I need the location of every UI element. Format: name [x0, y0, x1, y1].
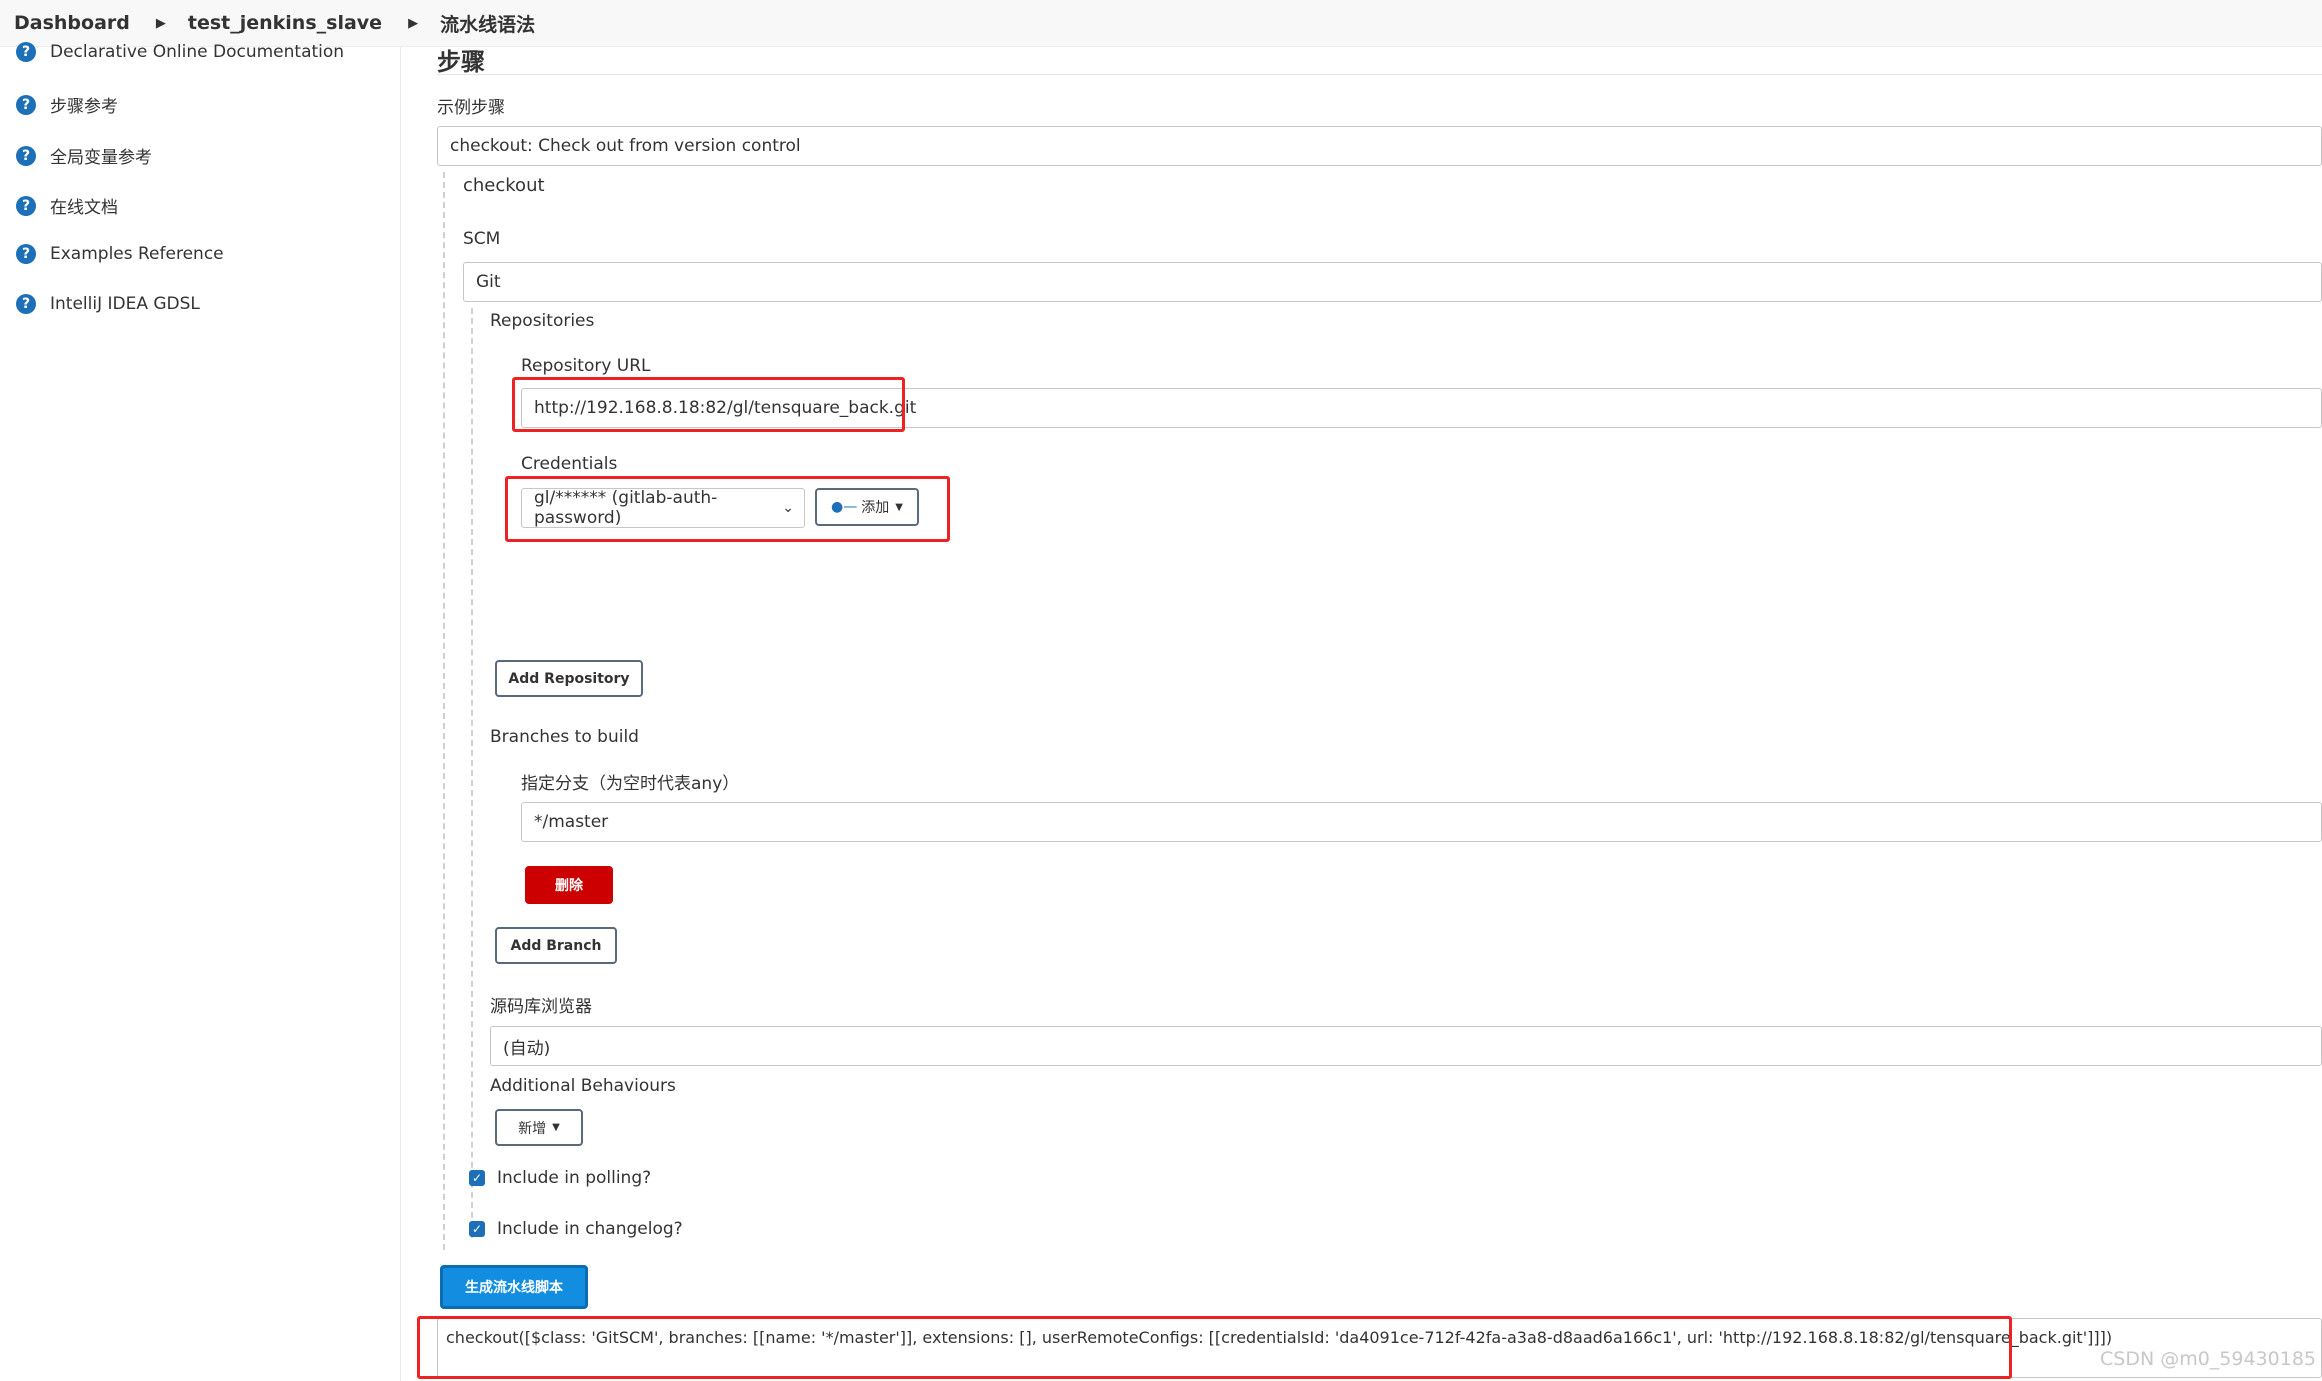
credentials-label: Credentials: [521, 454, 618, 474]
sidebar-item-label: 全局变量参考: [50, 148, 152, 168]
sidebar-item-global-variables[interactable]: ? 全局变量参考: [16, 143, 152, 168]
section-title: 步骤: [437, 48, 485, 76]
repo-url-label: Repository URL: [521, 356, 651, 376]
section-divider: [437, 74, 2322, 75]
help-icon: ?: [16, 94, 36, 115]
help-icon: ?: [16, 294, 36, 314]
scm-select[interactable]: Git: [463, 262, 2322, 302]
sidebar-item-examples[interactable]: ? Examples Reference: [16, 244, 224, 264]
repo-browser-label: 源码库浏览器: [490, 997, 592, 1017]
delete-branch-label: 删除: [555, 878, 583, 894]
highlight-credentials: [505, 476, 950, 542]
sidebar-item-label: 步骤参考: [50, 97, 118, 117]
scm-label: SCM: [463, 229, 501, 249]
sidebar-item-gdsl[interactable]: ? IntelliJ IDEA GDSL: [16, 294, 200, 314]
branches-label: Branches to build: [490, 727, 639, 747]
sample-step-value: checkout: Check out from version control: [450, 136, 801, 156]
repositories-label: Repositories: [490, 311, 595, 331]
step-group-border: [443, 172, 445, 1250]
scm-value: Git: [476, 272, 501, 292]
sidebar-item-label: IntelliJ IDEA GDSL: [50, 294, 200, 314]
sidebar-item-step-reference[interactable]: ? 步骤参考: [16, 92, 118, 117]
checkmark-icon: ✓: [469, 1221, 485, 1237]
additional-behaviours-label: Additional Behaviours: [490, 1076, 676, 1096]
sample-step-label: 示例步骤: [437, 98, 505, 118]
add-branch-label: Add Branch: [510, 937, 602, 954]
branch-spec-value: */master: [534, 812, 609, 832]
sidebar-item-online-docs[interactable]: ? 在线文档: [16, 193, 118, 218]
highlight-repo-url: [512, 377, 905, 432]
branch-spec-label: 指定分支（为空时代表any）: [521, 774, 740, 794]
add-behaviour-button[interactable]: 新增 ▼: [495, 1109, 583, 1146]
breadcrumb-dashboard[interactable]: Dashboard: [14, 12, 130, 34]
sidebar-divider: [400, 47, 401, 1381]
sidebar-item-declarative-docs[interactable]: ? Declarative Online Documentation: [16, 42, 344, 62]
caret-down-icon: ▼: [552, 1122, 560, 1133]
breadcrumb: Dashboard ▶ test_jenkins_slave ▶ 流水线语法: [0, 0, 2322, 47]
checkout-label: checkout: [463, 175, 545, 196]
scm-group-border: [471, 308, 473, 1238]
generate-script-label: 生成流水线脚本: [465, 1280, 563, 1296]
branch-spec-input[interactable]: */master: [521, 802, 2322, 842]
repo-browser-value: (自动): [503, 1038, 551, 1059]
sidebar-item-label: 在线文档: [50, 198, 118, 218]
help-icon: ?: [16, 42, 36, 62]
chevron-right-icon: ▶: [408, 15, 419, 31]
add-branch-button[interactable]: Add Branch: [495, 927, 617, 964]
watermark: CSDN @m0_59430185: [2100, 1348, 2317, 1370]
chevron-right-icon: ▶: [155, 15, 166, 31]
help-icon: ?: [16, 145, 36, 166]
add-behaviour-label: 新增: [518, 1120, 547, 1137]
repo-browser-select[interactable]: (自动): [490, 1026, 2322, 1066]
include-polling-label: Include in polling?: [497, 1168, 652, 1188]
include-changelog-checkbox[interactable]: ✓ Include in changelog?: [469, 1219, 683, 1239]
sample-step-select[interactable]: checkout: Check out from version control: [437, 126, 2322, 166]
delete-branch-button[interactable]: 删除: [525, 866, 613, 904]
help-icon: ?: [16, 244, 36, 264]
breadcrumb-current[interactable]: 流水线语法: [440, 10, 535, 37]
highlight-script-output: [417, 1316, 2012, 1379]
checkmark-icon: ✓: [469, 1170, 485, 1186]
sidebar-item-label: Examples Reference: [50, 244, 224, 264]
help-icon: ?: [16, 195, 36, 216]
include-polling-checkbox[interactable]: ✓ Include in polling?: [469, 1168, 651, 1188]
sidebar-item-label: Declarative Online Documentation: [50, 42, 345, 62]
generate-script-button[interactable]: 生成流水线脚本: [440, 1265, 588, 1309]
breadcrumb-job[interactable]: test_jenkins_slave: [188, 12, 382, 34]
include-changelog-label: Include in changelog?: [497, 1219, 683, 1239]
add-repository-label: Add Repository: [508, 670, 630, 687]
add-repository-button[interactable]: Add Repository: [495, 660, 643, 697]
